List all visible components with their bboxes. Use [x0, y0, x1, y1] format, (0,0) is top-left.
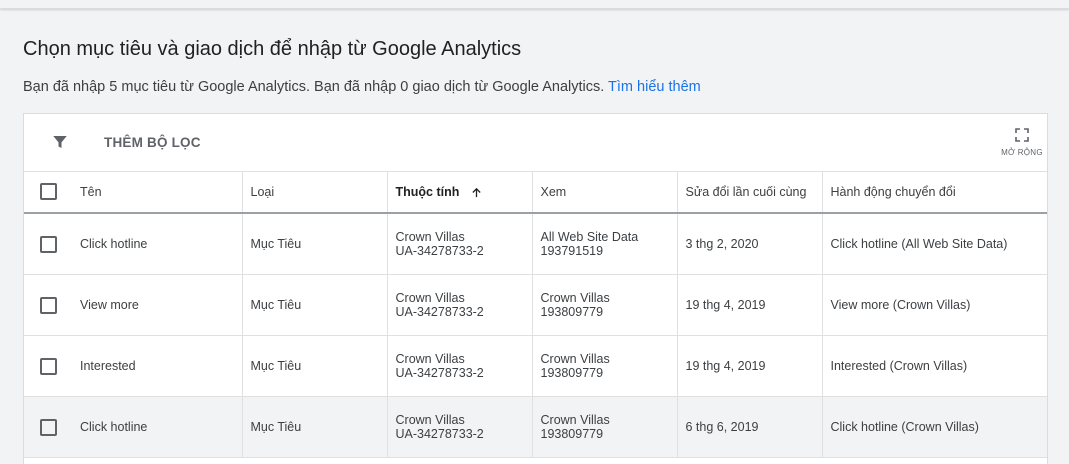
- view-name: Crown Villas: [540, 413, 610, 427]
- view-name: All Web Site Data: [540, 230, 639, 244]
- property-name: Crown Villas: [395, 352, 465, 366]
- property-id: UA-34278733-2: [395, 305, 484, 319]
- page-title: Chọn mục tiêu và giao dịch để nhập từ Go…: [23, 38, 522, 60]
- goals-table-card: THÊM BỘ LỌC MỞ RỘNG Tên Loại Thuộc tính …: [23, 113, 1048, 464]
- table-row[interactable]: Click hotline Mục Tiêu Crown Villas UA-3…: [24, 396, 1047, 458]
- cell-modified: 19 thg 4, 2019: [677, 274, 823, 336]
- cell-type: Mục Tiêu: [242, 274, 388, 336]
- cell-modified: 6 thg 6, 2019: [677, 396, 823, 458]
- view-name: Crown Villas: [540, 291, 610, 305]
- column-header-view[interactable]: Xem: [532, 171, 678, 214]
- cell-modified: 3 thg 2, 2020: [677, 213, 823, 275]
- column-header-type[interactable]: Loại: [242, 171, 388, 214]
- column-header-property[interactable]: Thuộc tính: [387, 171, 533, 214]
- subtitle-text: Bạn đã nhập 5 mục tiêu từ Google Analyti…: [23, 79, 605, 95]
- view-name: Crown Villas: [540, 352, 610, 366]
- cell-property: Crown Villas UA-34278733-2: [387, 396, 533, 458]
- cell-name: Click hotline: [72, 213, 243, 275]
- property-id: UA-34278733-2: [395, 244, 484, 258]
- cell-action: Click hotline (Crown Villas): [822, 396, 1047, 458]
- row-checkbox[interactable]: [39, 418, 57, 436]
- row-select-cell: [24, 335, 72, 397]
- column-header-action[interactable]: Hành động chuyển đổi: [822, 171, 1047, 214]
- cell-type: Mục Tiêu: [242, 396, 388, 458]
- table-header-row: Tên Loại Thuộc tính Xem Sửa đổi lần cuối…: [24, 171, 1047, 214]
- property-name: Crown Villas: [395, 230, 465, 244]
- cell-action: Interested (Crown Villas): [822, 335, 1047, 397]
- learn-more-link[interactable]: Tìm hiểu thêm: [608, 79, 701, 95]
- column-header-modified[interactable]: Sửa đổi lần cuối cùng: [677, 171, 823, 214]
- cell-view: Crown Villas 193809779: [532, 274, 678, 336]
- table-toolbar: THÊM BỘ LỌC MỞ RỘNG: [24, 114, 1047, 172]
- cell-property: Crown Villas UA-34278733-2: [387, 274, 533, 336]
- column-header-property-label: Thuộc tính: [395, 184, 460, 199]
- column-header-name[interactable]: Tên: [72, 171, 243, 214]
- cell-property: Crown Villas UA-34278733-2: [387, 335, 533, 397]
- cell-name: View more: [72, 274, 243, 336]
- cell-view: Crown Villas 193809779: [532, 396, 678, 458]
- view-id: 193809779: [540, 366, 604, 380]
- cell-type: Mục Tiêu: [242, 213, 388, 275]
- cell-name: Interested: [72, 335, 243, 397]
- property-id: UA-34278733-2: [395, 366, 484, 380]
- row-select-cell: [24, 274, 72, 336]
- page-subtitle: Bạn đã nhập 5 mục tiêu từ Google Analyti…: [23, 79, 701, 95]
- add-filter-button[interactable]: THÊM BỘ LỌC: [104, 135, 201, 150]
- top-divider: [0, 0, 1069, 9]
- cell-view: All Web Site Data 193791519: [532, 213, 678, 275]
- cell-name: Click hotline: [72, 396, 243, 458]
- view-id: 193791519: [540, 244, 604, 258]
- property-name: Crown Villas: [395, 413, 465, 427]
- table-row[interactable]: Click hotline Mục Tiêu Crown Villas UA-3…: [24, 213, 1047, 275]
- cell-view: Crown Villas 193809779: [532, 335, 678, 397]
- property-id: UA-34278733-2: [395, 427, 484, 441]
- cell-action: Click hotline (All Web Site Data): [822, 213, 1047, 275]
- table-row[interactable]: Interested Mục Tiêu Crown Villas UA-3427…: [24, 335, 1047, 397]
- row-select-cell: [24, 396, 72, 458]
- cell-type: Mục Tiêu: [242, 335, 388, 397]
- view-id: 193809779: [540, 427, 604, 441]
- view-id: 193809779: [540, 305, 604, 319]
- expand-label: MỞ RỘNG: [1001, 148, 1043, 157]
- goals-table: Tên Loại Thuộc tính Xem Sửa đổi lần cuối…: [24, 171, 1047, 458]
- fullscreen-icon: [1015, 128, 1029, 142]
- property-name: Crown Villas: [395, 291, 465, 305]
- row-checkbox[interactable]: [39, 296, 57, 314]
- filter-icon[interactable]: [51, 133, 69, 151]
- sort-ascending-icon: [472, 187, 481, 197]
- row-select-cell: [24, 213, 72, 275]
- select-all-checkbox[interactable]: [39, 183, 57, 200]
- expand-button[interactable]: MỞ RỘNG: [997, 124, 1047, 166]
- cell-action: View more (Crown Villas): [822, 274, 1047, 336]
- cell-modified: 19 thg 4, 2019: [677, 335, 823, 397]
- cell-property: Crown Villas UA-34278733-2: [387, 213, 533, 275]
- table-row[interactable]: View more Mục Tiêu Crown Villas UA-34278…: [24, 274, 1047, 336]
- row-checkbox[interactable]: [39, 235, 57, 253]
- row-checkbox[interactable]: [39, 357, 57, 375]
- header-select-all: [24, 171, 72, 214]
